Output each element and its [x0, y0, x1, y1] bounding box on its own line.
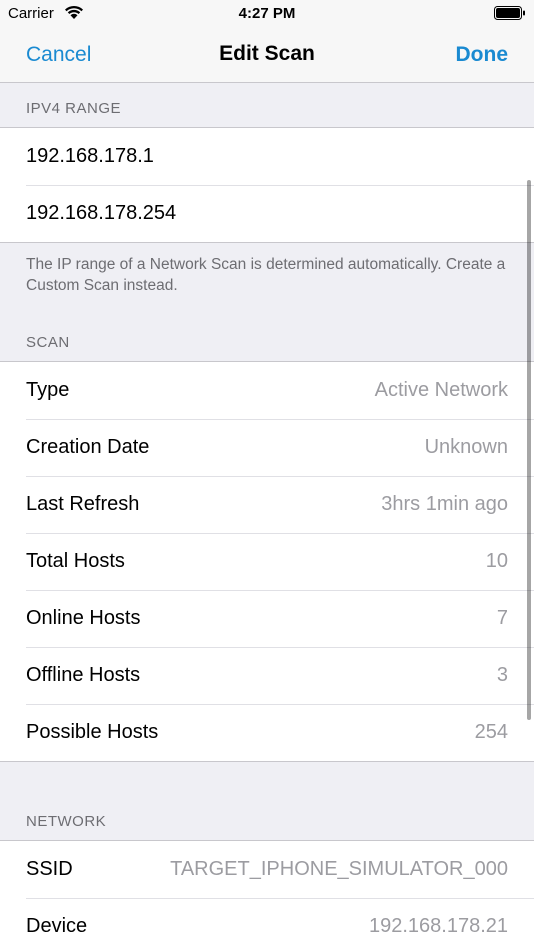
navigation-bar: Cancel Edit Scan Done: [0, 30, 534, 83]
ipv4-start-field[interactable]: 192.168.178.1: [26, 145, 154, 168]
ipv4-range-group: 192.168.178.1 192.168.178.254: [0, 127, 534, 243]
network-section-header: NETWORK: [26, 813, 107, 830]
network-group: SSID TARGET_IPHONE_SIMULATOR_000 Device …: [0, 840, 534, 950]
row-value: 3: [496, 664, 508, 686]
row-label: Total Hosts: [26, 550, 125, 572]
scan-section-header: SCAN: [26, 334, 70, 351]
scan-row-total-hosts[interactable]: Total Hosts 10: [0, 533, 534, 590]
status-time: 4:27 PM: [238, 5, 296, 22]
battery-icon: [494, 6, 526, 20]
row-label: SSID: [26, 858, 73, 880]
ipv4-footer-note: The IP range of a Network Scan is determ…: [26, 256, 506, 294]
settings-table[interactable]: IPV4 RANGE 192.168.178.1 192.168.178.254…: [0, 84, 534, 950]
row-label: Offline Hosts: [26, 664, 141, 686]
network-row-ssid[interactable]: SSID TARGET_IPHONE_SIMULATOR_000: [0, 841, 534, 898]
status-bar: Carrier 4:27 PM: [0, 0, 534, 30]
done-button[interactable]: Done: [456, 43, 509, 67]
scan-row-creation-date[interactable]: Creation Date Unknown: [0, 419, 534, 476]
row-value: 3hrs 1min ago: [381, 493, 508, 515]
scan-row-type[interactable]: Type Active Network: [0, 362, 534, 419]
page-title: Edit Scan: [219, 42, 315, 65]
scan-row-possible-hosts[interactable]: Possible Hosts 254: [0, 704, 534, 761]
row-label: Possible Hosts: [26, 721, 159, 743]
scan-row-online-hosts[interactable]: Online Hosts 7: [0, 590, 534, 647]
row-value: 10: [485, 550, 508, 572]
scroll-indicator[interactable]: [527, 180, 531, 720]
row-label: Creation Date: [26, 436, 150, 458]
scan-row-last-refresh[interactable]: Last Refresh 3hrs 1min ago: [0, 476, 534, 533]
row-label: Type: [26, 379, 70, 401]
ipv4-end-row[interactable]: 192.168.178.254: [0, 185, 534, 242]
row-value: 7: [496, 607, 508, 629]
row-label: Device: [26, 915, 88, 937]
ipv4-section-header: IPV4 RANGE: [26, 100, 122, 117]
row-label: Last Refresh: [26, 493, 140, 515]
row-value: Unknown: [424, 436, 508, 458]
row-value: Active Network: [374, 379, 508, 401]
network-row-device[interactable]: Device 192.168.178.21: [0, 898, 534, 950]
row-label: Online Hosts: [26, 607, 141, 629]
row-value: 254: [474, 721, 508, 743]
scan-row-offline-hosts[interactable]: Offline Hosts 3: [0, 647, 534, 704]
scan-group: Type Active Network Creation Date Unknow…: [0, 361, 534, 762]
ipv4-start-row[interactable]: 192.168.178.1: [0, 128, 534, 185]
ipv4-end-field[interactable]: 192.168.178.254: [26, 202, 176, 225]
row-value: TARGET_IPHONE_SIMULATOR_000: [170, 858, 508, 880]
row-value: 192.168.178.21: [368, 915, 508, 937]
